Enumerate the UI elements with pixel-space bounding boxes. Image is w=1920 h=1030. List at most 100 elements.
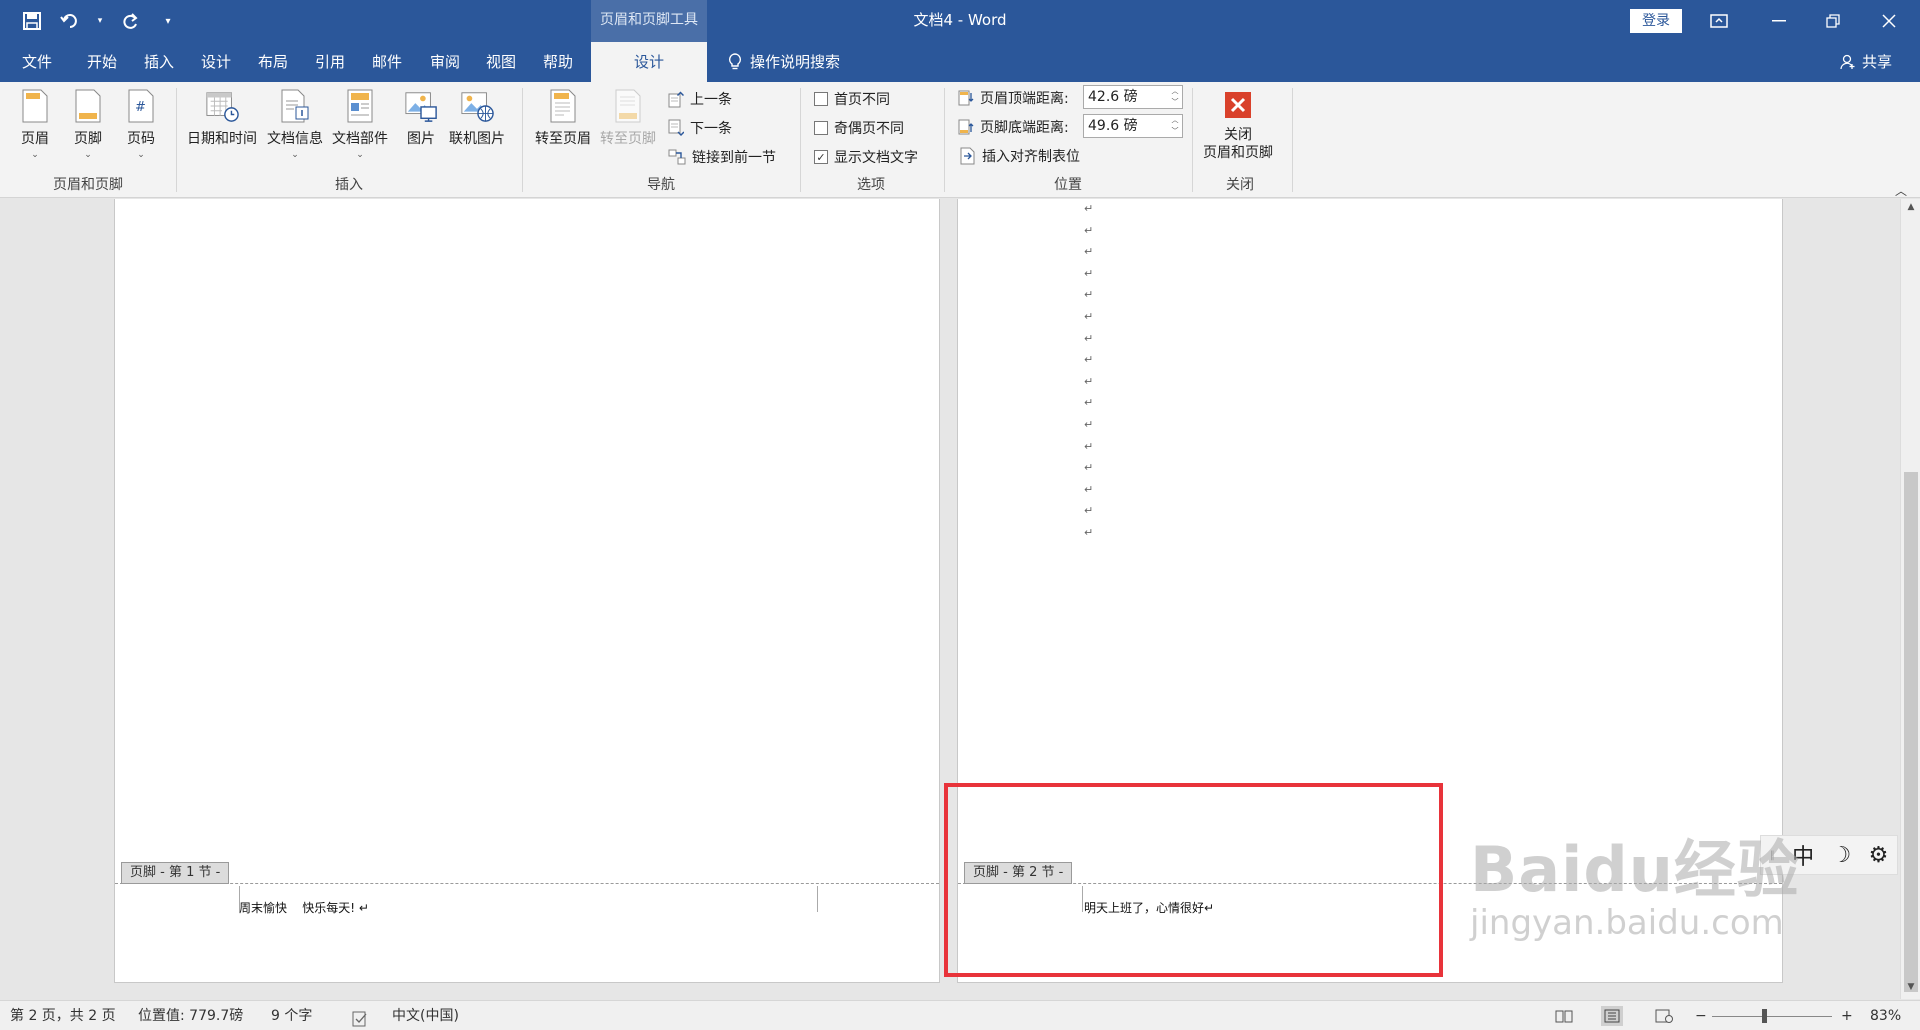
checkbox[interactable]: ✓ xyxy=(814,150,828,164)
previous-section-icon xyxy=(668,91,684,108)
gear-icon[interactable]: ⚙ xyxy=(1869,843,1889,868)
footer-button[interactable]: 页脚 ⌄ xyxy=(71,88,105,160)
zoom-in-button[interactable]: + xyxy=(1841,1001,1853,1030)
alignment-tab-icon xyxy=(960,147,975,165)
moon-icon[interactable]: ☽ xyxy=(1831,843,1851,868)
close-window-icon[interactable] xyxy=(1866,0,1912,42)
doc-info-button[interactable]: 文档信息 ⌄ xyxy=(267,88,323,160)
minimize-icon[interactable] xyxy=(1756,0,1802,42)
close-label-line2: 页眉和页脚 xyxy=(1203,145,1273,161)
different-first-page-checkbox[interactable]: 首页不同 xyxy=(814,88,890,110)
group-label-navigation: 导航 xyxy=(647,177,675,193)
spinner-arrows-icon[interactable]: ︿ ﹀ xyxy=(1168,86,1182,108)
customize-icon[interactable]: ▾ xyxy=(156,9,180,33)
quick-parts-button[interactable]: 文档部件 ⌄ xyxy=(332,88,388,160)
zoom-slider-track[interactable] xyxy=(1712,1016,1832,1017)
tell-me-search[interactable]: 操作说明搜索 xyxy=(728,42,840,82)
checkbox[interactable] xyxy=(814,92,828,106)
redo-icon[interactable] xyxy=(118,9,142,33)
insert-alignment-tab-button[interactable]: 插入对齐制表位 xyxy=(960,145,1080,167)
read-mode-icon[interactable] xyxy=(1553,1006,1575,1026)
tab-review[interactable]: 审阅 xyxy=(430,42,460,82)
group-separator xyxy=(522,88,523,192)
spinner-arrows-icon[interactable]: ︿ ﹀ xyxy=(1168,115,1182,137)
footer-section-1-text[interactable]: 周末愉快 快乐每天! ↵ xyxy=(239,899,369,916)
goto-header-button[interactable]: 转至页眉 xyxy=(535,88,591,148)
signin-button[interactable]: 登录 xyxy=(1630,9,1682,33)
quick-parts-label: 文档部件 xyxy=(332,131,388,147)
zoom-out-button[interactable]: − xyxy=(1695,1001,1707,1030)
header-button[interactable]: 页眉 ⌄ xyxy=(18,88,52,160)
scroll-down-icon[interactable]: ▼ xyxy=(1904,982,1918,996)
tab-references[interactable]: 引用 xyxy=(315,42,345,82)
word-count[interactable]: 9 个字 xyxy=(271,1001,312,1030)
header-label: 页眉 xyxy=(21,131,49,147)
ime-mode-indicator[interactable]: 中 xyxy=(1792,839,1814,871)
tab-header-footer-design[interactable]: 设计 xyxy=(591,42,707,82)
tab-insert[interactable]: 插入 xyxy=(144,42,174,82)
web-layout-icon[interactable] xyxy=(1653,1006,1675,1026)
footer-section-1-tag: 页脚 - 第 1 节 - xyxy=(121,862,230,884)
group-separator xyxy=(1192,88,1193,192)
print-layout-icon[interactable] xyxy=(1601,1006,1623,1026)
undo-dropdown-icon[interactable]: ▾ xyxy=(96,9,104,33)
paragraph-mark: ↵ xyxy=(1084,353,1094,367)
header-icon xyxy=(18,88,52,124)
proofing-icon[interactable] xyxy=(352,1008,370,1027)
date-time-label: 日期和时间 xyxy=(187,131,257,147)
paragraph-mark: ↵ xyxy=(1084,266,1094,280)
scroll-up-icon[interactable]: ▲ xyxy=(1904,202,1918,216)
show-document-text-checkbox[interactable]: ✓ 显示文档文字 xyxy=(814,146,918,168)
tell-me-label: 操作说明搜索 xyxy=(750,53,841,71)
previous-button[interactable]: 上一条 xyxy=(668,88,732,110)
language[interactable]: 中文(中国) xyxy=(392,1001,459,1030)
goto-footer-button[interactable]: 转至页脚 xyxy=(600,88,656,148)
online-pictures-button[interactable]: 联机图片 xyxy=(449,88,505,148)
link-icon xyxy=(668,149,686,165)
ribbon-display-options-icon[interactable] xyxy=(1696,0,1742,42)
group-label-position: 位置 xyxy=(1054,177,1082,193)
date-time-button[interactable]: 日期和时间 xyxy=(187,88,257,148)
save-icon[interactable] xyxy=(20,9,44,33)
share-button[interactable]: 共享 xyxy=(1840,42,1892,82)
scroll-thumb[interactable] xyxy=(1904,472,1918,992)
different-odd-even-checkbox[interactable]: 奇偶页不同 xyxy=(814,117,904,139)
tab-mailings[interactable]: 邮件 xyxy=(372,42,402,82)
link-to-previous-button[interactable]: 链接到前一节 xyxy=(668,146,776,168)
zoom-level[interactable]: 83% xyxy=(1870,1001,1901,1030)
insert-alignment-tab-label: 插入对齐制表位 xyxy=(982,149,1080,165)
tab-layout[interactable]: 布局 xyxy=(258,42,288,82)
undo-icon[interactable] xyxy=(58,9,82,33)
footer-icon xyxy=(71,88,105,124)
goto-footer-icon xyxy=(611,88,645,124)
footer-from-bottom-input[interactable]: 49.6 磅 ︿ ﹀ xyxy=(1083,114,1183,138)
page-info[interactable]: 第 2 页，共 2 页 xyxy=(10,1001,116,1030)
ribbon-tabs: 文件 开始 插入 设计 布局 引用 邮件 审阅 视图 帮助 设计 操作说明搜索 … xyxy=(0,42,1920,82)
tab-file[interactable]: 文件 xyxy=(22,42,52,82)
checkbox[interactable] xyxy=(814,121,828,135)
highlight-box xyxy=(944,783,1443,977)
lightbulb-icon xyxy=(728,53,742,70)
page-1[interactable]: 页脚 - 第 1 节 - 周末愉快 快乐每天! ↵ xyxy=(114,199,940,983)
collapse-ribbon-icon[interactable]: ︿ xyxy=(1895,182,1907,199)
drag-handle-icon[interactable]: ‖ xyxy=(1770,850,1775,861)
page-number-button[interactable]: # 页码 ⌄ xyxy=(124,88,158,160)
restore-icon[interactable] xyxy=(1810,0,1856,42)
close-header-footer-button[interactable]: 关闭 页眉和页脚 xyxy=(1203,88,1273,162)
tab-home[interactable]: 开始 xyxy=(87,42,117,82)
tab-help[interactable]: 帮助 xyxy=(543,42,573,82)
next-button[interactable]: 下一条 xyxy=(668,117,732,139)
page-number-label: 页码 xyxy=(127,131,155,147)
tab-design[interactable]: 设计 xyxy=(201,42,231,82)
vertical-scrollbar[interactable]: ▲ ▼ xyxy=(1900,199,1920,999)
picture-icon xyxy=(404,88,438,124)
title-bar: ▾ ▾ 页眉和页脚工具 文档4 - Word 登录 xyxy=(0,0,1920,42)
header-from-top-value: 42.6 磅 xyxy=(1088,89,1138,105)
header-from-top-input[interactable]: 42.6 磅 ︿ ﹀ xyxy=(1083,85,1183,109)
zoom-slider-thumb[interactable] xyxy=(1762,1009,1767,1023)
tab-view[interactable]: 视图 xyxy=(486,42,516,82)
paragraph-mark: ↵ xyxy=(1084,418,1094,431)
position-value[interactable]: 位置值: 779.7磅 xyxy=(138,1001,243,1030)
pictures-button[interactable]: 图片 xyxy=(404,88,438,148)
footer-position-icon xyxy=(958,119,974,135)
